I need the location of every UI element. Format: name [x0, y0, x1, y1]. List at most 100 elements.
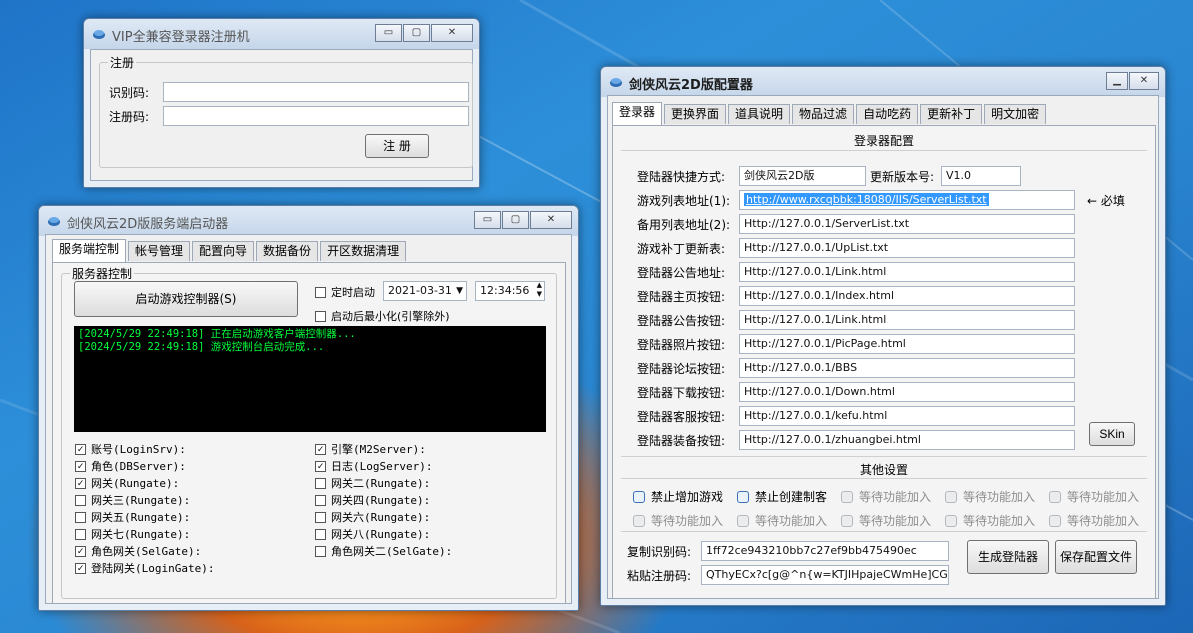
tab-account[interactable]: 帐号管理 — [128, 241, 191, 261]
url-field-input[interactable]: Http://127.0.0.1/UpList.txt — [739, 238, 1075, 258]
option-checkbox[interactable]: 等待功能加入 — [1049, 488, 1139, 505]
url-field-input[interactable]: Http://127.0.0.1/Index.html — [739, 286, 1075, 306]
tab-backup[interactable]: 数据备份 — [256, 241, 319, 261]
checkbox-icon: ✓ — [75, 477, 86, 489]
component-label: 角色网关二(SelGate): — [331, 545, 453, 558]
skin-button[interactable]: SKin — [1089, 422, 1135, 446]
registration-titlebar[interactable]: VIP全兼容登录器注册机 ▭ ▢ ✕ — [84, 19, 479, 49]
app-icon — [610, 78, 622, 87]
minimize-icon[interactable]: ▭ — [375, 24, 402, 42]
checkbox-icon — [75, 511, 86, 523]
url-field-input[interactable]: Http://127.0.0.1/zhuangbei.html — [739, 430, 1075, 450]
option-label: 禁止创建制客 — [755, 490, 828, 504]
tab-config-wizard[interactable]: 配置向导 — [192, 241, 255, 261]
url-field-value: Http://127.0.0.1/kefu.html — [744, 409, 888, 422]
checkbox-icon: ✓ — [315, 460, 326, 472]
component-checkbox[interactable]: ✓ 网关(Rungate): — [75, 475, 179, 491]
url-field-input[interactable]: Http://127.0.0.1/Link.html — [739, 310, 1075, 330]
group-title: 注册 — [108, 54, 137, 71]
checkbox-icon — [737, 514, 749, 527]
component-checkbox[interactable]: 网关八(Rungate): — [315, 526, 430, 542]
server-titlebar[interactable]: 剑侠风云2D版服务端启动器 ▭ ▢ ✕ — [39, 206, 578, 236]
timer-start-checkbox[interactable]: 定时启动 — [315, 284, 375, 300]
tab-item-filter[interactable]: 物品过滤 — [792, 104, 855, 124]
generate-launcher-button[interactable]: 生成登陆器 — [967, 540, 1049, 574]
component-checkbox[interactable]: 网关三(Rungate): — [75, 492, 190, 508]
url-field-input[interactable]: Http://127.0.0.1/Down.html — [739, 382, 1075, 402]
shortcut-input[interactable]: 剑侠风云2D版 — [739, 166, 866, 186]
component-checkbox[interactable]: ✓ 账号(LoginSrv): — [75, 441, 186, 457]
component-checkbox[interactable]: ✓ 角色网关(SelGate): — [75, 543, 201, 559]
component-label: 网关(Rungate): — [91, 477, 180, 490]
timer-date-picker[interactable]: 2021-03-31 ▼ — [383, 281, 467, 301]
tab-update-patch[interactable]: 更新补丁 — [920, 104, 983, 124]
minimize-icon[interactable]: ▭ — [474, 211, 501, 229]
url-field-value: Http://127.0.0.1/PicPage.html — [744, 337, 906, 350]
copy-id-input[interactable]: 1ff72ce943210bb7c27ef9bb475490ec — [701, 541, 949, 561]
option-checkbox[interactable]: 等待功能加入 — [737, 512, 827, 529]
tab-clear-data[interactable]: 开区数据清理 — [320, 241, 407, 261]
option-checkbox[interactable]: 等待功能加入 — [945, 512, 1035, 529]
tab-auto-potion[interactable]: 自动吃药 — [856, 104, 919, 124]
close-icon[interactable]: ✕ — [1129, 72, 1159, 90]
tab-plain-encrypt[interactable]: 明文加密 — [984, 104, 1047, 124]
reg-code-label: 注册码: — [109, 110, 150, 124]
app-icon — [48, 217, 60, 226]
component-checkbox[interactable]: ✓ 登陆网关(LoginGate): — [75, 560, 214, 576]
reg-code-input[interactable] — [163, 106, 469, 126]
url-field-input[interactable]: Http://127.0.0.1/Link.html — [739, 262, 1075, 282]
minimize-after-start-checkbox[interactable]: 启动后最小化(引擎除外) — [315, 308, 450, 324]
url-field-input[interactable]: Http://127.0.0.1/ServerList.txt — [739, 214, 1075, 234]
version-input[interactable]: V1.0 — [941, 166, 1021, 186]
tab-launcher[interactable]: 登录器 — [612, 102, 663, 125]
component-checkbox[interactable]: 网关六(Rungate): — [315, 509, 430, 525]
register-button[interactable]: 注 册 — [365, 134, 429, 158]
url-field-value: Http://127.0.0.1/Index.html — [744, 289, 895, 302]
option-checkbox[interactable]: 禁止增加游戏 — [633, 488, 723, 505]
component-checkbox[interactable]: 网关二(Rungate): — [315, 475, 430, 491]
start-game-controller-button[interactable]: 启动游戏控制器(S) — [74, 281, 298, 317]
timer-time-picker[interactable]: 12:34:56 ▲ ▼ — [475, 281, 545, 301]
component-checkbox[interactable]: 网关四(Rungate): — [315, 492, 430, 508]
url-field-input[interactable]: Http://127.0.0.1/BBS — [739, 358, 1075, 378]
component-checkbox[interactable]: 网关七(Rungate): — [75, 526, 190, 542]
option-checkbox[interactable]: 等待功能加入 — [1049, 512, 1139, 529]
config-titlebar[interactable]: 剑侠风云2D版配置器 ▁ ✕ — [601, 67, 1165, 97]
component-checkbox[interactable]: 网关五(Rungate): — [75, 509, 190, 525]
option-checkbox[interactable]: 等待功能加入 — [633, 512, 723, 529]
id-code-input[interactable] — [163, 82, 469, 102]
component-checkbox[interactable]: ✓ 引擎(M2Server): — [315, 441, 426, 457]
close-icon[interactable]: ✕ — [530, 211, 572, 229]
component-label: 网关八(Rungate): — [331, 528, 431, 541]
config-client: 登录器 更换界面 道具说明 物品过滤 自动吃药 更新补丁 明文加密 登录器配置 … — [607, 95, 1159, 599]
option-checkbox[interactable]: 等待功能加入 — [841, 512, 931, 529]
paste-reg-input[interactable]: QThyECx?c[g@^n{w=KTJIHpajeCWmHe]CGvyEhı — [701, 565, 949, 585]
tab-server-control[interactable]: 服务端控制 — [52, 239, 127, 262]
tab-item-desc[interactable]: 道具说明 — [728, 104, 791, 124]
url-field-label: 游戏补丁更新表: — [637, 242, 726, 256]
component-label: 网关三(Rungate): — [91, 494, 191, 507]
checkbox-icon — [75, 494, 86, 506]
option-checkbox[interactable]: 等待功能加入 — [945, 488, 1035, 505]
window-title: 剑侠风云2D版服务端启动器 — [67, 217, 229, 232]
option-checkbox[interactable]: 禁止创建制客 — [737, 488, 827, 505]
maximize-icon[interactable]: ▢ — [502, 211, 529, 229]
option-checkbox[interactable]: 等待功能加入 — [841, 488, 931, 505]
minimize-icon[interactable]: ▁ — [1106, 72, 1128, 90]
checkbox-icon — [1049, 514, 1061, 527]
url-field-input[interactable]: Http://127.0.0.1/PicPage.html — [739, 334, 1075, 354]
component-checkbox[interactable]: ✓ 角色(DBServer): — [75, 458, 186, 474]
component-checkbox[interactable]: ✓ 日志(LogServer): — [315, 458, 432, 474]
option-label: 等待功能加入 — [859, 490, 932, 504]
url-field-label: 登陆器下载按钮: — [637, 386, 726, 400]
close-icon[interactable]: ✕ — [431, 24, 473, 42]
component-checkbox[interactable]: 角色网关二(SelGate): — [315, 543, 452, 559]
url-field-input[interactable]: http://www.rxcqbbk:18080/IIS/ServerList.… — [739, 190, 1075, 210]
url-field-input[interactable]: Http://127.0.0.1/kefu.html — [739, 406, 1075, 426]
checkbox-icon — [1049, 490, 1061, 503]
timer-start-label: 定时启动 — [331, 286, 375, 299]
save-config-button[interactable]: 保存配置文件 — [1055, 540, 1137, 574]
tab-change-ui[interactable]: 更换界面 — [664, 104, 727, 124]
option-label: 等待功能加入 — [651, 514, 724, 528]
maximize-icon[interactable]: ▢ — [403, 24, 430, 42]
